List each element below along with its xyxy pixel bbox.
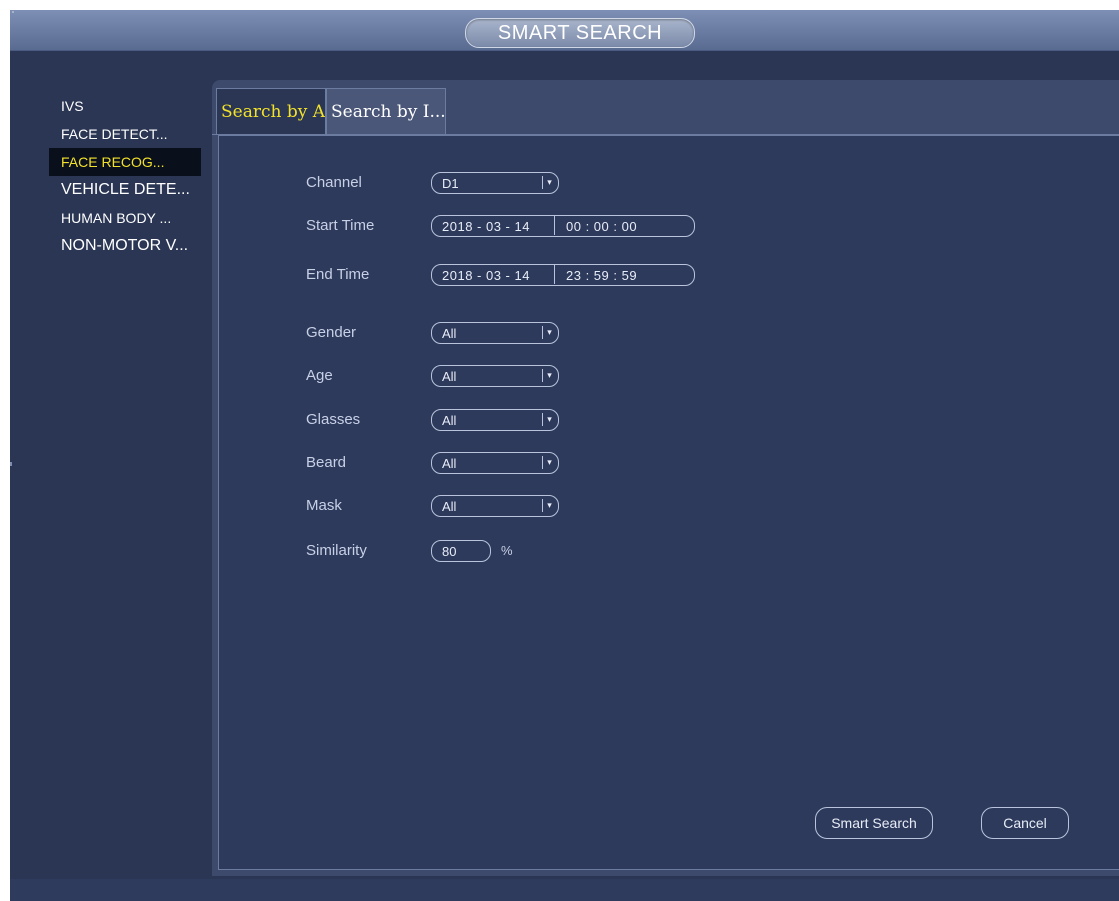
end-date-value: 2018 - 03 - 14 (442, 268, 530, 283)
start-date-value: 2018 - 03 - 14 (442, 219, 530, 234)
date-time-divider (554, 265, 555, 284)
glasses-select[interactable]: All ▾ (431, 409, 559, 431)
mask-select[interactable]: All ▾ (431, 495, 559, 517)
chevron-down-icon: ▾ (542, 456, 556, 469)
chevron-down-icon: ▾ (542, 176, 556, 189)
chevron-down-icon: ▾ (542, 413, 556, 426)
mask-value: All (442, 499, 457, 514)
smart-search-button[interactable]: Smart Search (815, 807, 933, 839)
age-label: Age (306, 367, 333, 384)
similarity-input[interactable]: 80 (431, 540, 491, 562)
beard-select[interactable]: All ▾ (431, 452, 559, 474)
glasses-label: Glasses (306, 411, 361, 428)
gender-label: Gender (306, 324, 357, 341)
channel-value: D1 (442, 176, 459, 191)
left-edge-marker (10, 462, 12, 466)
sidebar-item-human-body[interactable]: HUMAN BODY ... (49, 204, 201, 232)
end-time-value: 23 : 59 : 59 (566, 268, 638, 283)
tab-bar: Search by A. Search by I... (212, 80, 1119, 135)
chevron-down-icon: ▾ (542, 326, 556, 339)
mask-label: Mask (306, 497, 342, 514)
smart-search-window: SMART SEARCH IVS FACE DETECT... FACE REC… (10, 10, 1119, 901)
search-form: Channel D1 ▾ Start Time 2018 - 03 - 14 0… (218, 135, 1119, 870)
beard-value: All (442, 456, 457, 471)
date-time-divider (554, 216, 555, 235)
title-bar-dot (12, 11, 14, 13)
content-panel: Search by A. Search by I... Channel D1 ▾… (212, 80, 1119, 876)
start-time-label: Start Time (306, 217, 375, 234)
tab-search-by-image[interactable]: Search by I... (326, 88, 446, 134)
window-title: SMART SEARCH (465, 18, 695, 48)
gender-select[interactable]: All ▾ (431, 322, 559, 344)
title-bar: SMART SEARCH (10, 10, 1119, 51)
similarity-unit: % (501, 543, 513, 558)
sidebar-item-face-detection[interactable]: FACE DETECT... (49, 120, 201, 148)
bottom-strip (10, 879, 1119, 901)
chevron-down-icon: ▾ (542, 499, 556, 512)
sidebar-item-ivs[interactable]: IVS (49, 92, 201, 120)
tab-search-by-attribute[interactable]: Search by A. (216, 88, 326, 134)
chevron-down-icon: ▾ (542, 369, 556, 382)
glasses-value: All (442, 413, 457, 428)
start-time-field[interactable]: 2018 - 03 - 14 00 : 00 : 00 (431, 215, 695, 237)
age-value: All (442, 369, 457, 384)
end-time-label: End Time (306, 266, 370, 283)
age-select[interactable]: All ▾ (431, 365, 559, 387)
end-time-field[interactable]: 2018 - 03 - 14 23 : 59 : 59 (431, 264, 695, 286)
sidebar-item-vehicle-detection[interactable]: VEHICLE DETE... (49, 176, 201, 204)
sidebar-item-face-recognition[interactable]: FACE RECOG... (49, 148, 201, 176)
sidebar-item-non-motor-vehicle[interactable]: NON-MOTOR V... (49, 232, 201, 260)
beard-label: Beard (306, 454, 347, 471)
cancel-button[interactable]: Cancel (981, 807, 1069, 839)
similarity-label: Similarity (306, 542, 367, 559)
channel-select[interactable]: D1 ▾ (431, 172, 559, 194)
start-time-value: 00 : 00 : 00 (566, 219, 638, 234)
gender-value: All (442, 326, 457, 341)
channel-label: Channel (306, 174, 362, 191)
